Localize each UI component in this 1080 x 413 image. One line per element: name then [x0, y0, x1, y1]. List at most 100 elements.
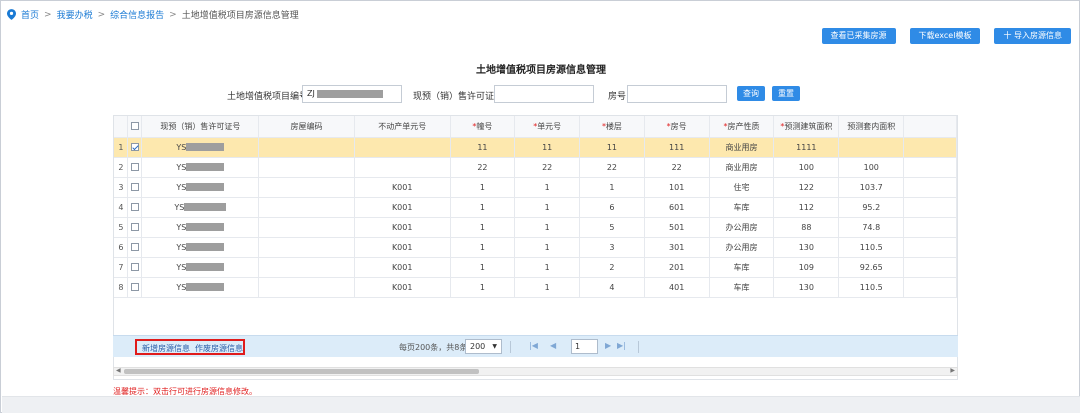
download-excel-button[interactable]: 下载excel模板: [909, 28, 981, 44]
breadcrumb-home[interactable]: 首页: [21, 8, 39, 21]
table-row[interactable]: 6 YS K001 1 1 3 301 办公用房 130 110.5: [114, 237, 957, 258]
cell-house-code: [258, 217, 355, 238]
cell-room: 101: [644, 177, 710, 198]
cell-area: 130: [773, 277, 840, 298]
row-checkbox-cell[interactable]: [127, 197, 143, 218]
add-house-link[interactable]: 新增房源信息: [142, 343, 190, 354]
row-checkbox-cell[interactable]: [127, 177, 143, 198]
cell-room: 22: [644, 157, 710, 178]
next-page-icon[interactable]: ▶: [605, 341, 611, 350]
row-checkbox-cell[interactable]: [127, 217, 143, 238]
redacted-block: [186, 183, 225, 191]
empty-cell: [904, 317, 957, 337]
redacted-block: [186, 263, 225, 271]
row-number: 5: [114, 217, 129, 238]
redacted-block: [186, 163, 225, 171]
cell-nature: 住宅: [709, 177, 775, 198]
cell-unit-no: K001: [354, 217, 451, 238]
cell-extra: [903, 277, 957, 298]
permit-input[interactable]: [494, 85, 594, 103]
permit-label: 现预（销）售许可证号: [413, 92, 504, 102]
row-checkbox[interactable]: [130, 203, 139, 211]
void-house-link[interactable]: 作废房源信息: [195, 343, 243, 354]
cell-unit: 1: [514, 217, 581, 238]
scrollbar-thumb[interactable]: [124, 369, 479, 374]
cell-permit: YS: [141, 237, 260, 258]
row-checkbox[interactable]: [130, 163, 139, 171]
breadcrumb-report[interactable]: 综合信息报告: [110, 8, 164, 21]
redacted-block: [186, 283, 225, 291]
table-row[interactable]: 1 YS 11 11 11 111 商业用房 1111: [114, 137, 957, 158]
select-all-checkbox[interactable]: [130, 122, 139, 131]
empty-cell: [142, 297, 259, 317]
header-label: 房屋编码: [290, 121, 323, 131]
cell-nature: 车库: [709, 277, 775, 298]
empty-cell: [142, 317, 259, 337]
empty-cell: [709, 317, 774, 337]
row-checkbox[interactable]: [130, 143, 139, 151]
cell-floor: 4: [579, 277, 645, 298]
cell-house-code: [258, 137, 355, 158]
scroll-left-icon[interactable]: ◀: [116, 367, 121, 374]
table-header: 现预（销）售许可证号 房屋编码 不动产单元号 *幢号 *单元号 *楼层 *房号 …: [114, 116, 957, 138]
project-no-value: ZJ: [307, 89, 315, 98]
empty-cell: [354, 317, 450, 337]
cell-unit: 1: [514, 197, 581, 218]
row-checkbox[interactable]: [130, 223, 139, 231]
row-checkbox[interactable]: [130, 283, 139, 291]
row-checkbox-cell[interactable]: [127, 137, 143, 158]
search-form: 土地增值税项目编号 ZJ 现预（销）售许可证号 房号 查询 重置: [1, 85, 1080, 105]
permit-prefix: YS: [176, 262, 187, 272]
cell-room: 601: [644, 197, 710, 218]
row-checkbox[interactable]: [130, 243, 139, 251]
import-houses-button[interactable]: 十 导入房源信息: [994, 28, 1071, 44]
page-size-select[interactable]: 200 ▼: [465, 339, 502, 354]
row-checkbox[interactable]: [130, 263, 139, 271]
reset-button[interactable]: 重置: [772, 86, 800, 101]
room-input[interactable]: [627, 85, 727, 103]
breadcrumb-tax[interactable]: 我要办税: [57, 8, 93, 21]
cell-inner-area: 110.5: [838, 237, 905, 258]
cell-extra: [903, 237, 957, 258]
toolbar: 查看已采集房源 下载excel模板 十 导入房源信息: [821, 28, 1071, 44]
cell-nature: 办公用房: [709, 217, 775, 238]
page-number-input[interactable]: 1: [571, 339, 598, 354]
scroll-right-icon[interactable]: ▶: [950, 367, 955, 374]
cell-area: 109: [773, 257, 840, 278]
table-row[interactable]: 8 YS K001 1 1 4 401 车库 130 110.5: [114, 277, 957, 298]
last-page-icon[interactable]: ▶|: [617, 341, 626, 350]
cell-building: 1: [450, 177, 516, 198]
table-row[interactable]: 2 YS 22 22 22 22 商业用房 100 100: [114, 157, 957, 178]
first-page-icon[interactable]: |◀: [529, 341, 538, 350]
permit-prefix: YS: [176, 162, 187, 172]
cell-room: 201: [644, 257, 710, 278]
empty-cell: [580, 297, 645, 317]
header-col-extra: [903, 116, 957, 138]
cell-unit: 11: [514, 137, 581, 158]
page-info: 每页200条，共8条: [399, 343, 468, 352]
row-number: 4: [114, 197, 129, 218]
prev-page-icon[interactable]: ◀: [550, 341, 556, 350]
query-button[interactable]: 查询: [737, 86, 765, 101]
permit-prefix: YS: [176, 142, 187, 152]
table-row[interactable]: 5 YS K001 1 1 5 501 办公用房 88 74.8: [114, 217, 957, 238]
view-collected-button[interactable]: 查看已采集房源: [821, 28, 896, 44]
project-no-input[interactable]: ZJ: [302, 85, 402, 103]
table-row[interactable]: 7 YS K001 1 1 2 201 车库 109 92.65: [114, 257, 957, 278]
row-checkbox-cell[interactable]: [127, 277, 143, 298]
header-col-6: *房号: [644, 116, 710, 138]
data-table: 现预（销）售许可证号 房屋编码 不动产单元号 *幢号 *单元号 *楼层 *房号 …: [114, 116, 957, 357]
cell-permit: YS: [141, 157, 260, 178]
permit-prefix: YS: [174, 202, 185, 212]
row-checkbox[interactable]: [130, 183, 139, 191]
header-checkbox[interactable]: [127, 116, 143, 138]
redacted-block: [186, 143, 225, 151]
row-checkbox-cell[interactable]: [127, 237, 143, 258]
room-label: 房号: [608, 92, 627, 102]
table-row[interactable]: 4 YS K001 1 1 6 601 车库 112 95.2: [114, 197, 957, 218]
table-row[interactable]: 3 YS K001 1 1 1 101 住宅 122 103.7: [114, 177, 957, 198]
row-checkbox-cell[interactable]: [127, 157, 143, 178]
horizontal-scrollbar[interactable]: ◀ ▶: [113, 367, 958, 376]
row-checkbox-cell[interactable]: [127, 257, 143, 278]
row-number: 8: [114, 277, 129, 298]
